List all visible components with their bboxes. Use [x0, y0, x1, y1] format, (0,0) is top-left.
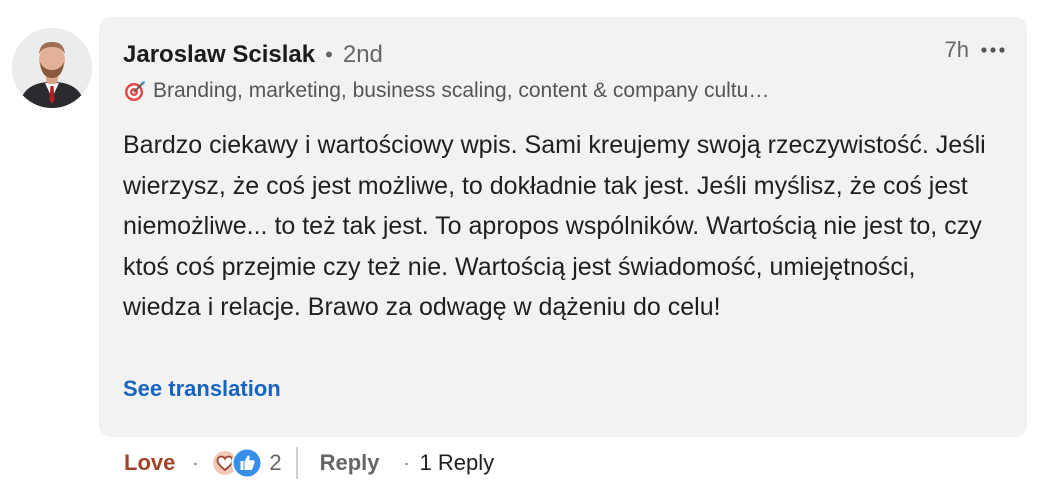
actions-divider — [295, 447, 298, 479]
replies-dot-separator: · — [403, 452, 410, 473]
ellipsis-icon — [981, 47, 1005, 53]
comment-timestamp: 7h — [944, 37, 969, 62]
author-avatar[interactable] — [12, 28, 92, 108]
target-emoji-icon — [125, 81, 145, 101]
reply-button[interactable]: Reply — [320, 450, 380, 476]
comment-actions-bar: Love · 2 Reply · 1 Reply — [124, 444, 494, 482]
more-options-button[interactable] — [977, 37, 1009, 63]
author-row: Jaroslaw Scislak • 2nd — [123, 39, 383, 71]
connection-degree: 2nd — [342, 41, 383, 68]
avatar-photo — [12, 28, 92, 108]
author-headline: Branding, marketing, business scaling, c… — [153, 79, 770, 102]
reactions-summary[interactable]: 2 — [211, 447, 282, 479]
author-headline-row: Branding, marketing, business scaling, c… — [123, 79, 769, 103]
reaction-icons — [211, 447, 263, 479]
author-name[interactable]: Jaroslaw Scislak — [123, 41, 315, 69]
reaction-button[interactable]: Love — [124, 450, 175, 476]
reaction-count: 2 — [269, 450, 282, 475]
comment-body: Bardzo ciekawy i wartościowy wpis. Sami … — [123, 131, 986, 321]
actions-dot-separator: · — [192, 452, 199, 473]
view-replies-link[interactable]: 1 Reply — [420, 450, 495, 476]
comment-bubble: Jaroslaw Scislak • 2nd 7h Branding, mark… — [99, 17, 1027, 437]
see-translation-link[interactable]: See translation — [123, 376, 281, 402]
like-reaction-icon — [231, 447, 263, 479]
degree-separator: • — [325, 42, 333, 67]
